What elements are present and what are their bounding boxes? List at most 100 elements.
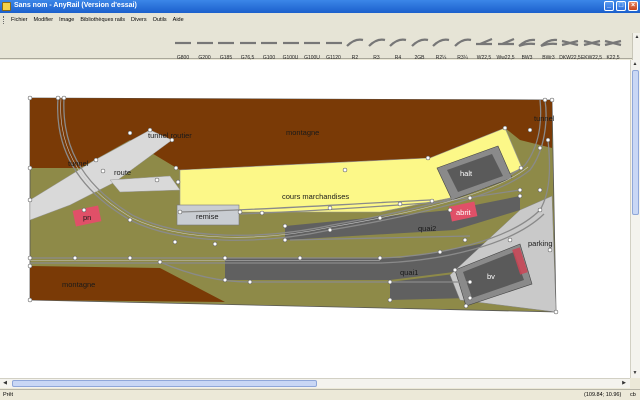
- track-endpoint-handle[interactable]: [518, 165, 524, 171]
- close-button[interactable]: ×: [628, 1, 638, 11]
- track-endpoint-handle[interactable]: [237, 209, 243, 215]
- track-endpoint-handle[interactable]: [327, 227, 333, 233]
- track-endpoint-handle[interactable]: [282, 237, 288, 243]
- track-endpoint-handle[interactable]: [387, 279, 393, 285]
- menu-fichier[interactable]: Fichier: [8, 15, 31, 25]
- track-endpoint-handle[interactable]: [247, 279, 253, 285]
- track-plan[interactable]: montagne montagne tunnel tunnel tunnel r…: [0, 60, 630, 378]
- track-endpoint-handle[interactable]: [154, 177, 160, 183]
- track-endpoint-handle[interactable]: [81, 207, 87, 213]
- track-endpoint-handle[interactable]: [462, 237, 468, 243]
- menu-outils[interactable]: Outils: [150, 15, 170, 25]
- vertical-scrollbar[interactable]: ▲ ▼: [630, 60, 640, 378]
- track-endpoint-handle[interactable]: [212, 241, 218, 247]
- track-endpoint-handle[interactable]: [429, 198, 435, 204]
- chevron-up-icon[interactable]: ▲: [634, 34, 640, 40]
- track-endpoint-handle[interactable]: [537, 207, 543, 213]
- curved-switch-icon: [539, 38, 557, 48]
- track-endpoint-handle[interactable]: [387, 297, 393, 303]
- label-tunnel-right: tunnel: [534, 114, 555, 123]
- track-endpoint-handle[interactable]: [545, 137, 551, 143]
- track-endpoint-handle[interactable]: [222, 277, 228, 283]
- track-endpoint-handle[interactable]: [297, 255, 303, 261]
- track-endpoint-handle[interactable]: [342, 167, 348, 173]
- track-endpoint-handle[interactable]: [27, 255, 33, 261]
- maximize-button[interactable]: □: [616, 1, 626, 11]
- track-endpoint-handle[interactable]: [542, 97, 548, 103]
- track-endpoint-handle[interactable]: [93, 157, 99, 163]
- menu-image[interactable]: Image: [56, 15, 77, 25]
- track-endpoint-handle[interactable]: [222, 255, 228, 261]
- track-endpoint-handle[interactable]: [537, 187, 543, 193]
- track-endpoint-handle[interactable]: [425, 155, 431, 161]
- track-endpoint-handle[interactable]: [27, 95, 33, 101]
- track-endpoint-handle[interactable]: [397, 201, 403, 207]
- layout-canvas[interactable]: montagne montagne tunnel tunnel tunnel r…: [0, 60, 630, 378]
- track-endpoint-handle[interactable]: [327, 205, 333, 211]
- track-endpoint-handle[interactable]: [100, 168, 106, 174]
- track-endpoint-handle[interactable]: [27, 263, 33, 269]
- track-endpoint-handle[interactable]: [447, 207, 453, 213]
- vertical-scroll-thumb[interactable]: [632, 70, 639, 215]
- track-endpoint-handle[interactable]: [537, 145, 543, 151]
- straight-track-icon: [304, 41, 320, 45]
- label-freight-yard: cours marchandises: [282, 192, 349, 201]
- label-mountain-top: montagne: [286, 128, 319, 137]
- track-endpoint-handle[interactable]: [507, 237, 513, 243]
- label-mountain-bottom: montagne: [62, 280, 95, 289]
- track-endpoint-handle[interactable]: [463, 303, 469, 309]
- track-endpoint-handle[interactable]: [467, 295, 473, 301]
- track-endpoint-handle[interactable]: [377, 255, 383, 261]
- track-endpoint-handle[interactable]: [157, 259, 163, 265]
- menu-modifier[interactable]: Modifier: [31, 15, 57, 25]
- curved-track-icon: [453, 38, 471, 47]
- menu-toolbar-band: Fichier Modifier Image Bibliothèques rai…: [0, 13, 640, 71]
- curved-track-icon: [389, 38, 407, 47]
- track-endpoint-handle[interactable]: [527, 127, 533, 133]
- scroll-down-arrow-icon[interactable]: ▼: [631, 369, 639, 377]
- label-station-building: bv: [487, 272, 495, 281]
- scroll-right-arrow-icon[interactable]: ▶: [620, 379, 628, 387]
- track-endpoint-handle[interactable]: [177, 209, 183, 215]
- track-endpoint-handle[interactable]: [55, 95, 61, 101]
- track-endpoint-handle[interactable]: [517, 187, 523, 193]
- track-endpoint-handle[interactable]: [259, 210, 265, 216]
- track-endpoint-handle[interactable]: [517, 193, 523, 199]
- track-endpoint-handle[interactable]: [173, 165, 179, 171]
- track-endpoint-handle[interactable]: [127, 255, 133, 261]
- track-endpoint-handle[interactable]: [27, 297, 33, 303]
- track-endpoint-handle[interactable]: [72, 255, 78, 261]
- track-endpoint-handle[interactable]: [172, 239, 178, 245]
- track-endpoint-handle[interactable]: [467, 195, 473, 201]
- crossing-icon: [604, 39, 622, 47]
- toolbar-grip-handle[interactable]: [3, 16, 5, 24]
- track-endpoint-handle[interactable]: [61, 95, 67, 101]
- scroll-up-arrow-icon[interactable]: ▲: [631, 60, 639, 68]
- horizontal-scrollbar[interactable]: ◀ ▶: [0, 378, 630, 388]
- title-bar[interactable]: Sans nom - AnyRail (Version d'essai) _ □…: [0, 0, 640, 13]
- track-endpoint-handle[interactable]: [467, 279, 473, 285]
- track-endpoint-handle[interactable]: [27, 165, 33, 171]
- track-endpoint-handle[interactable]: [452, 267, 458, 273]
- status-units: cb: [630, 392, 636, 398]
- track-endpoint-handle[interactable]: [377, 215, 383, 221]
- scroll-left-arrow-icon[interactable]: ◀: [1, 379, 9, 387]
- track-endpoint-handle[interactable]: [27, 197, 33, 203]
- menu-divers[interactable]: Divers: [128, 15, 150, 25]
- menu-aide[interactable]: Aide: [170, 15, 187, 25]
- track-endpoint-handle[interactable]: [549, 97, 555, 103]
- track-endpoint-handle[interactable]: [127, 217, 133, 223]
- curved-track-icon: [410, 38, 428, 47]
- menu-bibliotheques-rails[interactable]: Bibliothèques rails: [77, 15, 128, 25]
- track-endpoint-handle[interactable]: [175, 179, 181, 185]
- minimize-button[interactable]: _: [604, 1, 614, 11]
- horizontal-scroll-thumb[interactable]: [12, 380, 317, 387]
- label-parking: parking: [528, 239, 553, 248]
- track-endpoint-handle[interactable]: [553, 309, 559, 315]
- track-endpoint-handle[interactable]: [502, 125, 508, 131]
- track-endpoint-handle[interactable]: [282, 223, 288, 229]
- track-endpoint-handle[interactable]: [437, 249, 443, 255]
- switch-icon: [476, 37, 493, 46]
- track-endpoint-handle[interactable]: [127, 130, 133, 136]
- track-endpoint-handle[interactable]: [547, 247, 553, 253]
